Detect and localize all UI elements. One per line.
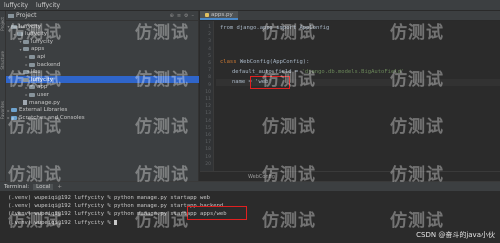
tool-strip-structure[interactable]: Structure — [0, 51, 5, 70]
tree-item-label: libs — [31, 69, 41, 76]
tree-item[interactable]: ▸ backend — [6, 61, 199, 68]
editor-tabs: apps.py — [200, 11, 500, 21]
tree-item[interactable]: ▸ user — [6, 91, 199, 98]
line-number: 18 — [205, 147, 211, 153]
tree-item[interactable]: ▾ luffycity — [6, 23, 199, 30]
line-number: 20 — [205, 161, 211, 167]
tool-strip-project[interactable]: Project — [0, 17, 5, 31]
project-panel: Project ⊕ ≡ ⚙ – ▾ luffycity ▾ luffycity ▾ luf… — [6, 11, 199, 181]
folder-icon — [29, 62, 35, 67]
line-number: 19 — [205, 154, 211, 160]
breadcrumb: WebConfig — [200, 171, 500, 181]
window-title-right: luffycity — [36, 2, 61, 9]
tree-item[interactable]: ▸ libs — [6, 69, 199, 76]
tree-item[interactable]: ▾ luffycity — [6, 38, 199, 45]
python-file-icon — [205, 12, 209, 17]
line-number: 9 — [208, 82, 211, 88]
folder-icon — [8, 13, 14, 18]
tree-item-label: luffycity — [19, 23, 42, 30]
tree-item[interactable]: ▸ External Libraries — [6, 107, 199, 114]
tree-item-label: apps — [31, 46, 45, 53]
line-number: 14 — [205, 118, 211, 124]
terminal-line-1: (.venv) wupeiqi@192 luffycity % python m… — [8, 195, 210, 201]
folder-icon — [23, 70, 29, 75]
tree-item[interactable]: ▸ api — [6, 53, 199, 60]
add-terminal-icon[interactable]: + — [57, 184, 62, 190]
tree-item-label: luffycity — [31, 76, 54, 83]
line-number: 6 — [208, 61, 211, 66]
tree-item[interactable]: manage.py — [6, 99, 199, 106]
line-number: 7 — [208, 68, 211, 74]
line-number: 8 — [208, 75, 211, 81]
python-file-icon — [23, 100, 27, 105]
line-number: 12 — [205, 104, 211, 110]
line-number: 17 — [205, 140, 211, 146]
code-editor[interactable]: from django.apps import AppConfig class … — [216, 21, 500, 171]
folder-icon — [29, 85, 35, 90]
line-number: 3 — [208, 39, 211, 45]
tree-item-label: manage.py — [29, 99, 60, 106]
title-bar: luffycity luffycity — [0, 0, 500, 11]
terminal-header: Terminal: Local + — [0, 182, 500, 191]
line-number: 2 — [208, 32, 211, 38]
tree-item[interactable]: ▾ apps — [6, 46, 199, 53]
folder-icon — [29, 92, 35, 97]
line-number: 11 — [205, 97, 211, 102]
editor-area: apps.py 1 2 3 4 5 6 7 8 9 10 11 12 13 14 15 16 17 18 19 20 … — [200, 11, 500, 181]
credit-watermark: CSDN @奋斗的java小伙 — [416, 231, 495, 239]
line-number: 16 — [205, 133, 211, 138]
tree-item-label: External Libraries — [19, 107, 68, 114]
line-number: 5 — [208, 53, 211, 59]
highlight-box-name — [250, 76, 290, 89]
folder-icon — [23, 47, 29, 52]
tree-item[interactable]: ▸ Scratches and Consoles — [6, 114, 199, 121]
gear-icon[interactable]: ⚙ — [184, 13, 188, 19]
tree-item[interactable]: ▾ luffycity — [6, 31, 199, 38]
tree-item-label: backend — [37, 61, 61, 68]
tree-item[interactable]: ▸ luffycity — [6, 76, 199, 84]
line-number: 13 — [205, 111, 211, 117]
terminal-cursor — [113, 220, 117, 225]
line-number: 4 — [208, 46, 211, 52]
project-panel-header: Project ⊕ ≡ ⚙ – — [6, 11, 198, 21]
locate-icon[interactable]: ⊕ — [170, 13, 174, 19]
tree-item-label: luffycity — [25, 31, 48, 38]
folder-icon — [17, 32, 23, 37]
tree-item-label: api — [37, 53, 46, 60]
terminal-prompt[interactable]: (.venv) wupeiqi@192 luffycity % — [8, 220, 117, 226]
collapse-icon[interactable]: ≡ — [177, 13, 181, 19]
code-line-1: from django.apps import AppConfig — [220, 25, 330, 31]
library-icon — [11, 108, 17, 113]
tree-item-label: app — [37, 84, 48, 91]
terminal-title: Terminal: — [4, 183, 30, 190]
breadcrumb-item[interactable]: WebConfig — [248, 174, 275, 180]
folder-icon — [23, 77, 29, 82]
hide-icon[interactable]: – — [192, 13, 195, 19]
tree-item[interactable]: ▸ app — [6, 84, 199, 91]
code-line-2: class WebConfig(AppConfig): — [220, 59, 310, 65]
tree-item-label: user — [37, 91, 49, 98]
folder-icon — [29, 54, 35, 59]
tab-apps-py[interactable]: apps.py — [200, 11, 238, 20]
highlight-box-command — [187, 206, 247, 220]
line-number: 1 — [208, 25, 211, 30]
folder-icon — [23, 39, 29, 44]
window-title-left: luffycity — [4, 2, 29, 9]
tree-item-label: luffycity — [31, 38, 54, 45]
folder-icon — [11, 24, 17, 29]
line-number: 10 — [205, 89, 211, 95]
tool-strip-favorites[interactable]: Favorites — [0, 101, 5, 119]
tree-item-label: Scratches and Consoles — [19, 114, 85, 121]
tab-label: apps.py — [211, 11, 233, 18]
code-line-3: default_auto_field = 'django.db.models.B… — [232, 69, 405, 75]
line-number: 15 — [205, 125, 211, 131]
terminal-tab-local[interactable]: Local — [33, 183, 54, 190]
project-panel-title[interactable]: Project — [16, 12, 37, 19]
library-icon — [11, 115, 17, 120]
line-number-gutter: 1 2 3 4 5 6 7 8 9 10 11 12 13 14 15 16 17 18 19 20 — [200, 21, 214, 171]
